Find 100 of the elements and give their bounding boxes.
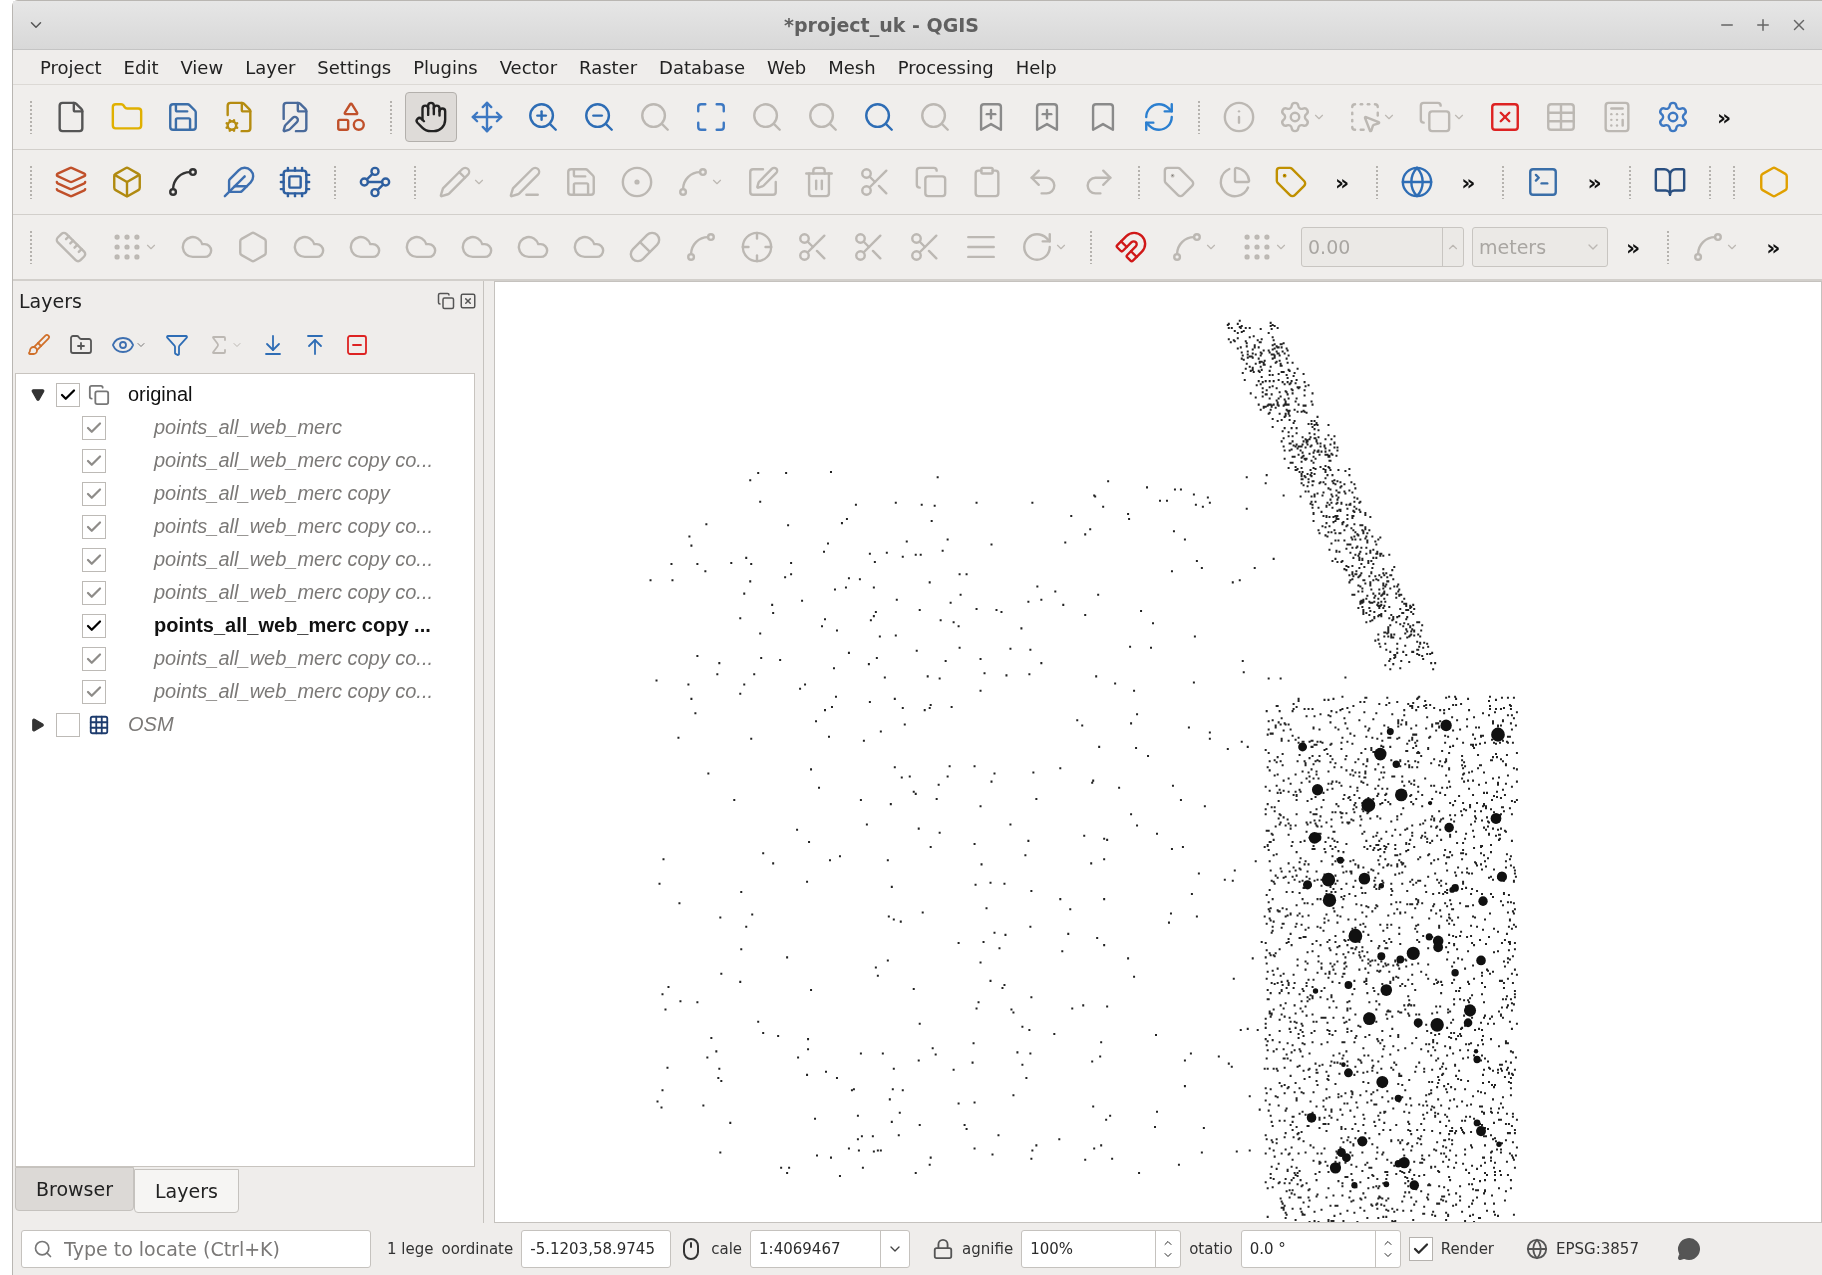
tag-icon [1274,165,1308,199]
menu-item[interactable]: Vector [488,56,569,78]
coordinate-label: oordinate [441,1240,514,1258]
panel-tab[interactable]: Layers [134,1169,239,1213]
menu-item[interactable]: Help [1004,56,1068,78]
checkbox[interactable] [82,481,106,506]
legend-text: 1 lege [387,1240,434,1258]
collapse-arrow-icon[interactable] [31,387,45,402]
filter-icon [165,333,189,357]
pill-icon [628,230,662,264]
magnifier-icon [806,100,840,134]
close-icon[interactable] [459,292,477,310]
more-button[interactable]: » [1573,169,1616,195]
menu-item[interactable]: Database [648,56,756,78]
pie-chart-icon [1218,165,1252,199]
render-label: Render [1440,1240,1495,1258]
magnet-icon [1114,230,1148,264]
panel-tab[interactable]: Browser [15,1167,134,1211]
square-x-icon [1488,100,1522,134]
search-icon [33,1239,53,1259]
layer-name[interactable]: points_all_web_merc copy [154,482,390,505]
globe-icon [1400,165,1435,199]
checkbox[interactable] [82,547,106,572]
chip-icon [278,165,312,199]
rotation-field[interactable]: 0.0 ° [1240,1230,1401,1268]
copy-icon [914,165,948,199]
menu-item[interactable]: Plugins [402,56,489,78]
magnifier-icon [862,100,896,134]
layer-name[interactable]: points_all_web_merc copy co... [154,449,434,472]
feather-icon [222,165,256,199]
zoom-in-icon [526,100,560,134]
menu-item[interactable]: Raster [568,56,649,78]
add-group-icon [69,333,93,357]
magnifier-field[interactable]: 100% [1021,1230,1182,1268]
menu-item[interactable]: Layer [234,56,307,78]
hand-icon [414,100,448,134]
checkbox[interactable] [1408,1237,1433,1261]
checkbox[interactable] [56,382,80,407]
spline-icon [1170,230,1204,264]
checkbox[interactable] [82,679,106,704]
menu-item[interactable]: Project [29,56,113,78]
menu-item[interactable]: Edit [112,56,170,78]
checkbox[interactable] [82,613,106,638]
menu-item[interactable]: View [169,56,235,78]
rotate-icon [1020,230,1054,264]
layer-name[interactable]: OSM [128,713,174,736]
move-icon [470,100,504,134]
menu-item[interactable]: Processing [886,56,1005,78]
layer-name[interactable]: points_all_web_merc copy co... [154,647,434,670]
settings-icon [1656,100,1690,134]
vertex-icon [676,165,710,199]
select-icon [1348,100,1382,134]
layer-name[interactable]: points_all_web_merc copy ... [154,614,431,637]
layer-name[interactable]: points_all_web_merc [154,416,342,439]
lock-icon[interactable] [932,1238,955,1260]
scale-dropdown[interactable]: 1:4069467 [750,1230,911,1268]
coordinate-field[interactable]: -5.1203,58.9745 [521,1230,672,1268]
pencil-icon [508,165,542,199]
menu-item[interactable]: Settings [306,56,403,78]
layer-name[interactable]: points_all_web_merc copy co... [154,581,434,604]
checkbox[interactable] [82,514,106,539]
more-button[interactable]: » [1752,234,1795,260]
rotation-label: otatio [1189,1240,1233,1258]
menu-item[interactable]: Web [756,56,818,78]
maximize-icon[interactable] [1754,16,1772,34]
float-icon[interactable] [437,292,455,310]
checkbox[interactable] [82,448,106,473]
layer-name[interactable]: points_all_web_merc copy co... [154,548,434,571]
gear-icon [1278,100,1312,134]
expand-arrow-icon[interactable] [31,717,45,732]
checkbox[interactable] [56,712,80,737]
checkbox[interactable] [82,580,106,605]
checkbox[interactable] [82,646,106,671]
magnifier-icon [918,100,952,134]
trash-icon [802,165,836,199]
menu-item[interactable]: Mesh [817,56,887,78]
magnifier-label: agnifie [962,1240,1014,1258]
search-field[interactable]: Type to locate (Ctrl+K) [21,1230,371,1268]
globe-icon[interactable] [1526,1238,1549,1260]
toolbar-button[interactable] [405,92,457,142]
more-button[interactable]: » [1447,169,1490,195]
layer-name[interactable]: points_all_web_merc copy co... [154,515,434,538]
group-icon [88,383,110,406]
magnifier-icon [638,100,672,134]
layer-name[interactable]: original [128,383,193,406]
vertex-icon [358,165,392,199]
layer-name[interactable]: points_all_web_merc copy co... [154,680,434,703]
crosshair-icon [740,230,774,264]
spline-icon [684,230,718,264]
pencil-icon [438,165,472,199]
checkbox[interactable] [82,415,106,440]
expand-icon [694,100,728,134]
info-icon [1222,100,1256,134]
more-button[interactable]: » [1321,169,1364,195]
layers-icon [54,165,88,199]
refresh-icon [1142,100,1176,134]
more-button[interactable]: » [1703,104,1746,130]
message-icon[interactable] [1676,1237,1701,1261]
more-button[interactable]: » [1612,234,1655,260]
crs-label[interactable]: EPSG:3857 [1556,1240,1639,1258]
